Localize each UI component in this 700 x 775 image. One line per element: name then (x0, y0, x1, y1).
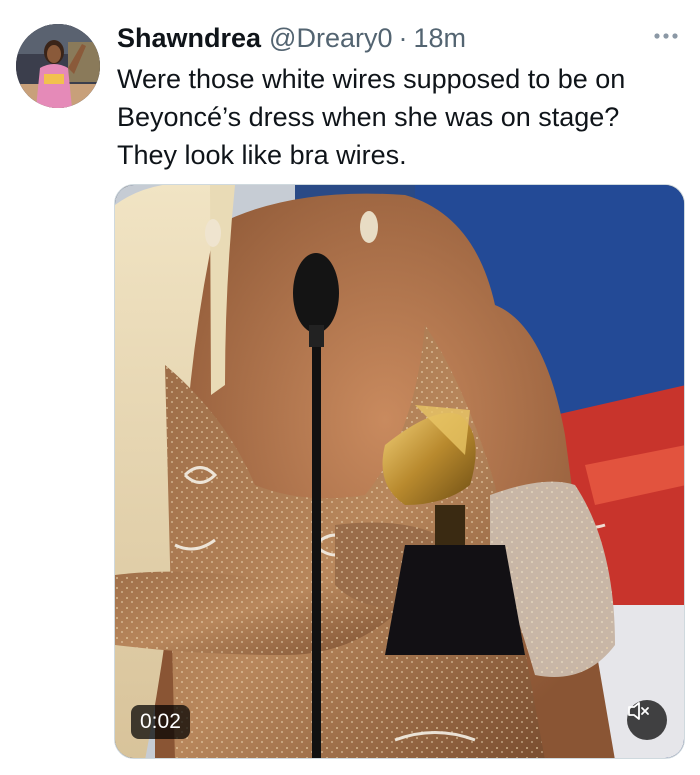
tweet-text-line: They look like bra wires. (117, 140, 407, 170)
speaker-muted-icon (628, 702, 649, 720)
video-frame (115, 185, 684, 758)
more-dots-icon (654, 33, 678, 39)
tweet-text-line: Were those white wires supposed to be on (117, 64, 626, 94)
avatar-image (16, 24, 100, 108)
more-options-button[interactable] (650, 24, 682, 48)
tweet-header: Shawndrea @Dreary0 · 18m (117, 20, 466, 56)
tweet-text-line: Beyoncé’s dress when she was on stage? (117, 102, 620, 132)
mute-button[interactable] (627, 700, 667, 740)
author-handle[interactable]: @Dreary0 (269, 23, 392, 54)
avatar[interactable] (16, 24, 100, 108)
separator: · (398, 22, 408, 53)
tweet-text: Were those white wires supposed to be on… (117, 60, 682, 174)
tweet: Shawndrea @Dreary0 · 18m Were those whit… (0, 0, 700, 775)
video-timestamp: 0:02 (131, 705, 190, 739)
author-name[interactable]: Shawndrea (117, 23, 261, 54)
timestamp-link[interactable]: 18m (414, 23, 467, 54)
video-player[interactable]: 0:02 (114, 184, 685, 759)
